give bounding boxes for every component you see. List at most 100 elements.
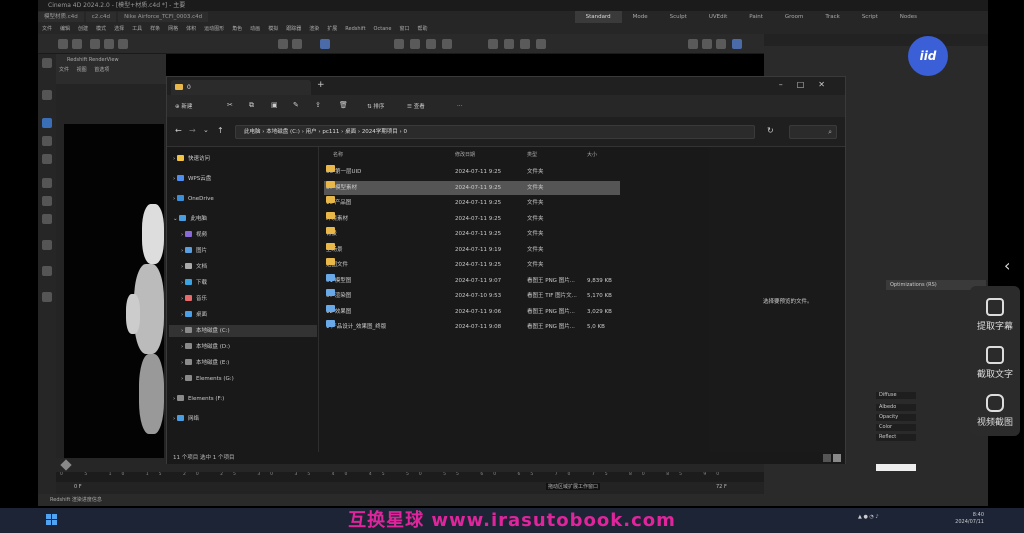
- color-swatch[interactable]: [876, 464, 916, 471]
- rotate-icon[interactable]: [42, 136, 52, 146]
- column-type[interactable]: 类型: [527, 147, 537, 163]
- nav-desktop[interactable]: › 桌面: [181, 309, 325, 321]
- y-axis-icon[interactable]: [104, 39, 114, 49]
- menu-edit[interactable]: 编辑: [56, 25, 74, 32]
- menu-tracker[interactable]: 跟踪器: [282, 25, 305, 32]
- column-size[interactable]: 大小: [587, 147, 597, 163]
- nav-drive-c[interactable]: › 本地磁盘 (C:): [169, 325, 317, 337]
- menu-animate[interactable]: 动画: [246, 25, 264, 32]
- breadcrumb-project[interactable]: 2024学期项目: [362, 129, 398, 135]
- layout-tab-sculpt[interactable]: Sculpt: [659, 14, 698, 20]
- frame-end[interactable]: 72 F: [716, 484, 727, 490]
- x-axis-icon[interactable]: [90, 39, 100, 49]
- nav-videos[interactable]: › 视频: [181, 229, 325, 241]
- render-settings-icon[interactable]: [320, 39, 330, 49]
- scene-icon[interactable]: [520, 39, 530, 49]
- file-row[interactable]: 12 效果图 2024-07-11 9:06 看图王 PNG 图片... 3,029 …: [324, 304, 620, 319]
- layout-tab-paint[interactable]: Paint: [738, 14, 774, 20]
- viewport-menu-view[interactable]: 视图: [77, 67, 87, 73]
- nav-this-pc[interactable]: ⌄ 此电脑: [173, 213, 317, 225]
- mic-icon[interactable]: ●: [863, 514, 867, 520]
- tiles-view-icon[interactable]: [833, 454, 841, 462]
- nav-documents[interactable]: › 文档: [181, 261, 325, 273]
- minimize-icon[interactable]: –: [779, 80, 797, 89]
- cube-icon[interactable]: [394, 39, 404, 49]
- rename-icon[interactable]: ✎: [293, 101, 299, 109]
- nav-elements-g[interactable]: › Elements (G:): [181, 373, 325, 385]
- breadcrumb-this-pc[interactable]: 此电脑: [244, 129, 261, 135]
- z-axis-icon[interactable]: [118, 39, 128, 49]
- object-manager-tabs[interactable]: [764, 34, 988, 46]
- wifi-icon[interactable]: ◔: [869, 514, 873, 520]
- delete-icon[interactable]: 🗑: [339, 101, 348, 109]
- sort-button[interactable]: ⇅ 排序: [367, 102, 384, 110]
- layout-tab-track[interactable]: Track: [814, 14, 850, 20]
- points-icon[interactable]: [42, 178, 52, 188]
- column-date[interactable]: 修改日期: [455, 147, 475, 163]
- extract-subtitle-button[interactable]: 提取字幕: [970, 298, 1020, 332]
- file-tab[interactable]: c2.c4d: [85, 12, 117, 22]
- column-name[interactable]: 名称: [333, 147, 343, 163]
- layout-tab-nodes[interactable]: Nodes: [889, 14, 928, 20]
- back-icon[interactable]: ←: [175, 126, 182, 135]
- new-button[interactable]: ⊕ 新建: [175, 102, 192, 110]
- copy-icon[interactable]: ⧉: [249, 101, 254, 110]
- file-row[interactable]: 01 模型图 2024-07-11 9:07 看图王 PNG 图片... 9,839 …: [324, 273, 620, 288]
- menu-window[interactable]: 窗口: [396, 25, 414, 32]
- file-tab[interactable]: 模型材质.c4d: [38, 12, 84, 22]
- breadcrumb-pc111[interactable]: pc111: [322, 129, 339, 135]
- chevron-down-icon[interactable]: ⌄: [203, 126, 209, 134]
- breadcrumb-current[interactable]: 0: [404, 129, 408, 135]
- extract-text-button[interactable]: 截取文字: [970, 346, 1020, 380]
- new-tab-icon[interactable]: +: [317, 80, 325, 90]
- nav-quick-access[interactable]: › 快速访问: [173, 153, 317, 165]
- layout-tab-groom[interactable]: Groom: [774, 14, 815, 20]
- breadcrumb[interactable]: 此电脑 › 本地磁盘 (C:) › 用户 › pc111 › 桌面 › 2024…: [235, 125, 755, 139]
- file-row[interactable]: 环境素材 2024-07-11 9:25 文件夹: [324, 211, 620, 226]
- file-row[interactable]: 07 渲染图 2024-07-10 9:53 看图王 TIF 图片文... 5,170…: [324, 289, 620, 303]
- menu-file[interactable]: 文件: [38, 25, 56, 32]
- menu-mesh[interactable]: 网格: [164, 25, 182, 32]
- menu-mode[interactable]: 模式: [92, 25, 110, 32]
- file-row[interactable]: 10 产品图 2024-07-11 9:25 文件夹: [324, 196, 620, 210]
- select-icon[interactable]: [42, 90, 52, 100]
- frame-start[interactable]: 0 F: [74, 484, 82, 490]
- file-row[interactable]: 主场景 2024-07-11 9:19 文件夹: [324, 242, 620, 257]
- nav-downloads[interactable]: › 下载: [181, 277, 325, 289]
- polygons-icon[interactable]: [42, 214, 52, 224]
- paste-icon[interactable]: ▣: [271, 101, 278, 109]
- deformer-icon[interactable]: [488, 39, 498, 49]
- breadcrumb-desktop[interactable]: 桌面: [345, 129, 356, 135]
- attr-color[interactable]: Color: [876, 424, 916, 431]
- subdivide-icon[interactable]: [426, 39, 436, 49]
- details-view-icon[interactable]: [823, 454, 831, 462]
- search-icon[interactable]: [42, 58, 52, 68]
- chevron-left-icon[interactable]: ‹: [1004, 256, 1010, 275]
- viewport-menu-prefs[interactable]: 首选项: [94, 67, 109, 73]
- menu-render[interactable]: 渲染: [305, 25, 323, 32]
- menu-volume[interactable]: 体积: [182, 25, 200, 32]
- keyframe-icon[interactable]: [60, 459, 72, 471]
- file-row[interactable]: 07-模型素材 2024-07-11 9:25 文件夹: [324, 180, 620, 195]
- redo-icon[interactable]: [72, 39, 82, 49]
- menu-extensions[interactable]: 扩展: [323, 25, 341, 32]
- ipr-icon[interactable]: [732, 39, 742, 49]
- volume-icon[interactable]: ♪: [875, 514, 878, 520]
- nav-elements-f[interactable]: › Elements (F:): [173, 393, 317, 405]
- file-row[interactable]: 06-第一层UID 2024-07-11 9:25 文件夹: [324, 165, 620, 179]
- menu-tools[interactable]: 工具: [128, 25, 146, 32]
- render-view-icon[interactable]: [292, 39, 302, 49]
- breadcrumb-users[interactable]: 用户: [306, 129, 317, 135]
- nav-wps-cloud[interactable]: › WPS云盘: [173, 173, 317, 185]
- edges-icon[interactable]: [42, 196, 52, 206]
- viewport-menu-file[interactable]: 文件: [59, 67, 69, 73]
- view-button[interactable]: ☰ 查看: [407, 102, 425, 110]
- explorer-tab[interactable]: 0: [171, 80, 311, 95]
- forward-icon[interactable]: →: [189, 126, 196, 135]
- camera-icon[interactable]: [536, 39, 546, 49]
- node-editor-icon[interactable]: [702, 39, 712, 49]
- breadcrumb-drive-c[interactable]: 本地磁盘 (C:): [266, 129, 300, 135]
- share-icon[interactable]: ⇪: [315, 101, 321, 109]
- render-viewport[interactable]: Redshift RenderView 文件 视图 首选项: [56, 54, 166, 494]
- menu-character[interactable]: 角色: [228, 25, 246, 32]
